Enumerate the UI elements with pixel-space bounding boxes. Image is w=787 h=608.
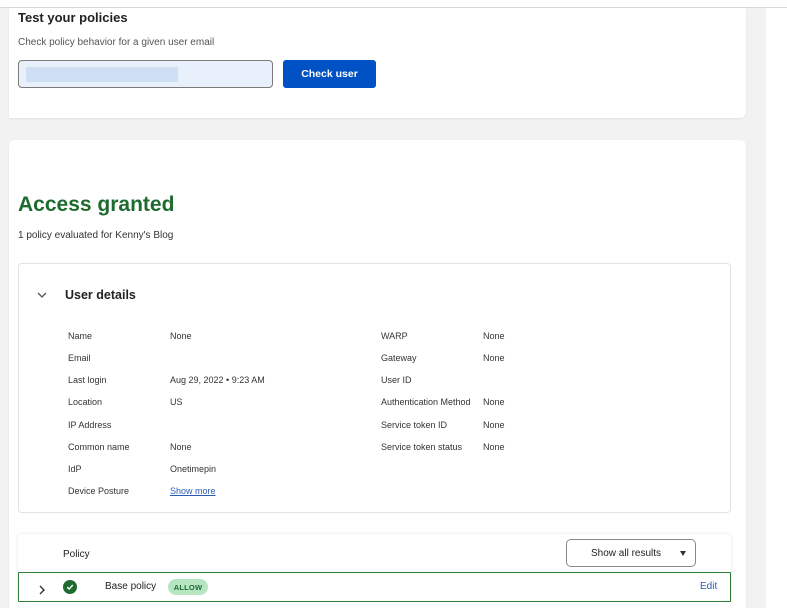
detail-value-service-token-status: None xyxy=(483,442,505,452)
result-card: Access granted 1 policy evaluated for Ke… xyxy=(9,140,746,608)
policy-results-table: Policy Show all results Base policy ALLO… xyxy=(18,534,731,608)
detail-value-common-name: None xyxy=(170,442,192,452)
results-filter-value: Show all results xyxy=(591,547,662,559)
detail-value-name: None xyxy=(170,331,192,341)
right-gutter xyxy=(766,8,787,608)
check-user-button[interactable]: Check user xyxy=(283,60,376,88)
detail-label-last-login: Last login xyxy=(68,375,107,385)
detail-value-service-token-id: None xyxy=(483,420,505,430)
detail-label-idp: IdP xyxy=(68,464,82,474)
detail-label-user-id: User ID xyxy=(381,375,412,385)
detail-value-location: US xyxy=(170,397,183,407)
email-redacted-value xyxy=(26,67,178,82)
detail-value-auth-method: None xyxy=(483,397,505,407)
detail-value-idp: Onetimepin xyxy=(170,464,217,474)
detail-label-name: Name xyxy=(68,331,93,341)
detail-label-ip-address: IP Address xyxy=(68,420,112,430)
detail-label-email: Email xyxy=(68,353,91,363)
chevron-right-icon[interactable] xyxy=(37,582,47,595)
detail-label-service-token-id: Service token ID xyxy=(381,420,448,430)
detail-value-gateway: None xyxy=(483,353,505,363)
test-policies-subtitle: Check policy behavior for a given user e… xyxy=(18,37,215,48)
detail-value-warp: None xyxy=(483,331,505,341)
results-filter-select[interactable]: Show all results xyxy=(566,539,696,567)
policy-column-header: Policy xyxy=(63,549,90,560)
device-posture-show-more-link[interactable]: Show more xyxy=(170,486,216,496)
edit-policy-link[interactable]: Edit xyxy=(700,581,717,592)
detail-value-last-login: Aug 29, 2022 • 9:23 AM xyxy=(170,375,265,385)
access-result-title: Access granted xyxy=(18,193,175,216)
detail-label-gateway: Gateway xyxy=(381,353,417,363)
detail-label-auth-method: Authentication Method xyxy=(381,397,471,407)
caret-down-icon xyxy=(680,551,686,556)
detail-label-location: Location xyxy=(68,397,103,407)
decision-badge: ALLOW xyxy=(168,579,208,595)
table-row[interactable]: Base policy ALLOW Edit xyxy=(18,572,731,602)
detail-label-warp: WARP xyxy=(381,331,408,341)
check-circle-icon xyxy=(63,580,77,594)
test-policies-card: Test your policies Check policy behavior… xyxy=(9,8,746,118)
user-details-panel: User details Name None Email Last login … xyxy=(18,263,731,513)
test-policies-title: Test your policies xyxy=(18,10,128,25)
detail-label-device-posture: Device Posture xyxy=(68,486,130,496)
detail-label-service-token-status: Service token status xyxy=(381,442,463,452)
policy-name: Base policy xyxy=(105,581,157,592)
detail-label-common-name: Common name xyxy=(68,442,130,452)
chevron-down-icon[interactable] xyxy=(35,288,49,302)
top-strip xyxy=(0,0,787,8)
access-result-subtitle: 1 policy evaluated for Kenny's Blog xyxy=(18,230,174,241)
user-details-title: User details xyxy=(65,288,136,302)
